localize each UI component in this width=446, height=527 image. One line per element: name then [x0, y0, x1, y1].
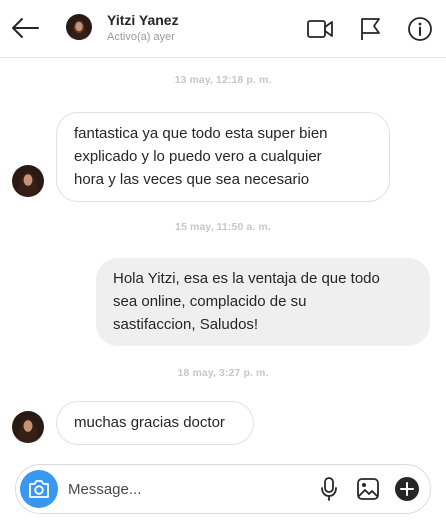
message-input[interactable]: [68, 477, 288, 501]
info-button[interactable]: [405, 14, 435, 44]
message-bubble-sent[interactable]: Hola Yitzi, esa es la ventaja de que tod…: [96, 258, 430, 346]
contact-status: Activo(a) ayer: [107, 31, 175, 43]
video-call-icon: [307, 20, 333, 38]
voice-message-button[interactable]: [316, 476, 342, 502]
message-line: hora y las veces que sea necesario: [74, 171, 310, 188]
message-line: muchas gracias doctor: [74, 414, 225, 431]
back-arrow-icon: [12, 18, 39, 38]
info-icon: [408, 17, 432, 41]
camera-icon: [29, 480, 49, 498]
message-line: fantastica ya que todo esta super bien: [74, 125, 328, 142]
message-line: explicado y lo puedo vero a cualquier: [74, 148, 322, 165]
flag-icon: [361, 18, 380, 40]
report-button[interactable]: [355, 14, 385, 44]
add-icon: [395, 477, 419, 501]
timestamp: 18 may, 3:27 p. m.: [177, 367, 269, 379]
message-line: sastifaccion, Saludos!: [113, 316, 259, 333]
message-line: sea online, complacido de su: [113, 293, 307, 310]
contact-name[interactable]: Yitzi Yanez: [107, 12, 179, 28]
send-image-button[interactable]: [355, 476, 381, 502]
avatar[interactable]: [12, 165, 44, 197]
image-icon: [357, 478, 379, 500]
timestamp: 13 may, 12:18 p. m.: [174, 74, 272, 86]
chat-header: Yitzi Yanez Activo(a) ayer: [0, 0, 446, 58]
message-composer: [15, 464, 431, 514]
more-options-button[interactable]: [394, 476, 420, 502]
timestamp: 15 may, 11:50 a. m.: [175, 221, 271, 233]
message-bubble-received[interactable]: fantastica ya que todo esta super bien e…: [56, 112, 390, 202]
avatar[interactable]: [12, 411, 44, 443]
back-button[interactable]: [8, 12, 42, 44]
message-bubble-received[interactable]: muchas gracias doctor: [56, 401, 254, 445]
video-call-button[interactable]: [305, 14, 335, 44]
message-line: Hola Yitzi, esa es la ventaja de que tod…: [113, 270, 380, 287]
microphone-icon: [321, 477, 337, 501]
camera-button[interactable]: [20, 470, 58, 508]
avatar[interactable]: [66, 14, 92, 40]
